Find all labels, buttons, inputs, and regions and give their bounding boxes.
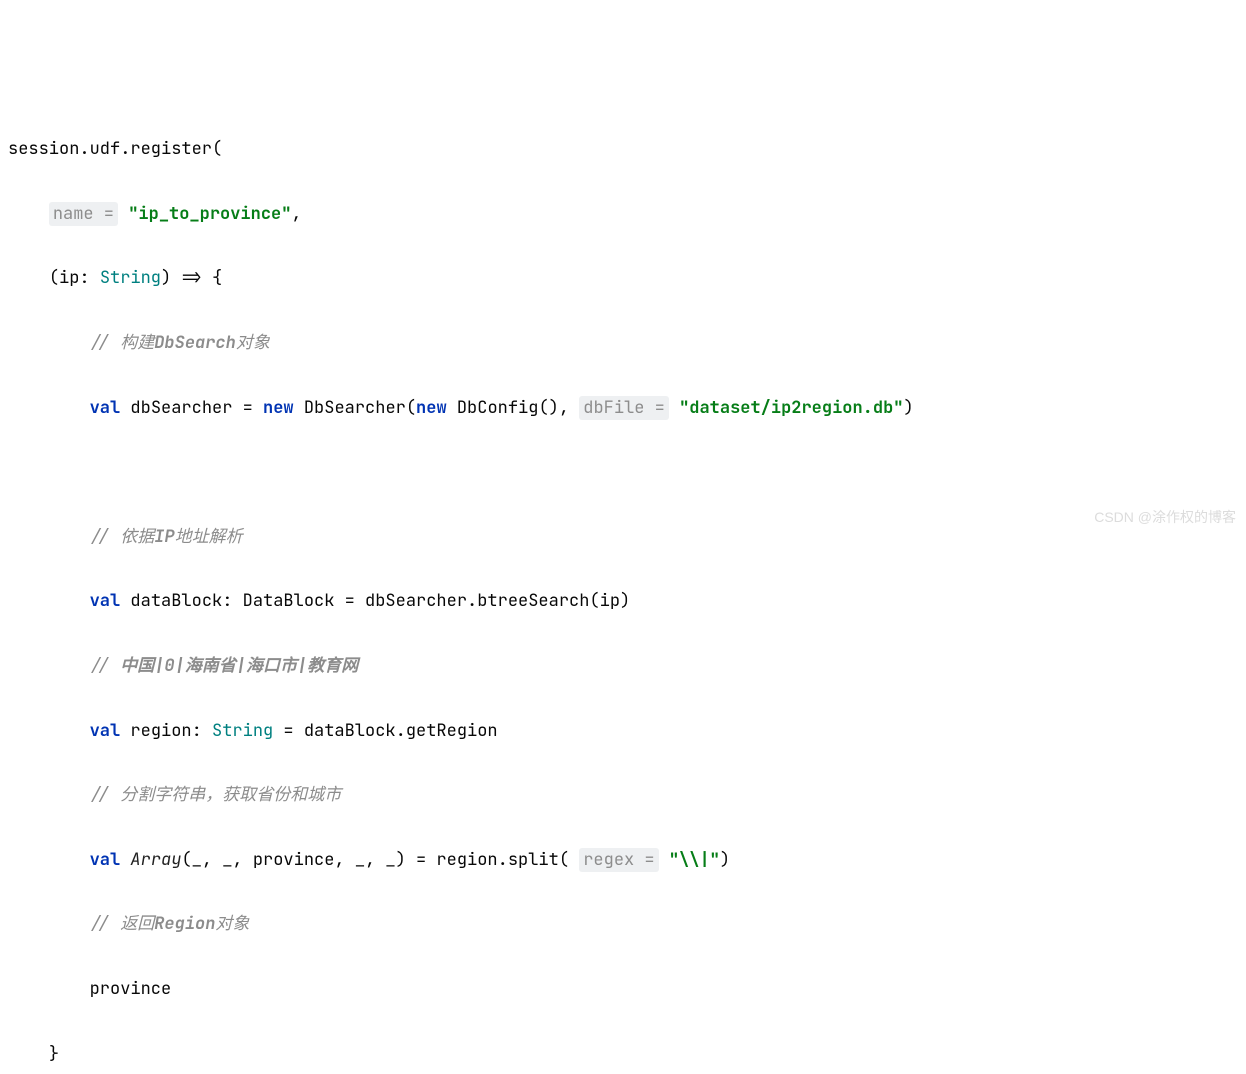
text: session.udf.register( [8,138,222,160]
comment: // 中国|0|海南省|海口市|教育网 [90,655,359,677]
code-line-5: val dbSearcher = new DbSearcher(new DbCo… [8,392,1238,424]
text: province [90,978,172,1000]
array-ident: Array [120,849,181,871]
keyword-new: new [263,397,294,419]
text: , [291,203,301,225]
code-line-2: name = "ip_to_province", [8,198,1238,230]
type-ref: String [212,720,273,742]
code-line-8: // 中国|0|海南省|海口市|教育网 [8,650,1238,682]
text: DbConfig(), [447,397,580,419]
keyword-val: val [90,590,121,612]
text: dataBlock: DataBlock = dbSearcher.btreeS… [120,590,630,612]
keyword-val: val [90,720,121,742]
param-hint-regex: regex = [579,848,658,872]
code-line-1: session.udf.register( [8,133,1238,165]
code-line-9: val region: String = dataBlock.getRegion [8,715,1238,747]
param-hint-dbfile: dbFile = [579,396,669,420]
text: dbSearcher = [120,397,263,419]
code-line-4: // 构建DbSearch对象 [8,327,1238,359]
watermark: CSDN @涂作权的博客 [1094,504,1236,531]
code-line-13: province [8,973,1238,1005]
keyword-val: val [90,849,121,871]
text: ) => { [161,267,222,289]
keyword-val: val [90,397,121,419]
string-literal: "ip_to_province" [128,203,291,225]
string-literal: "dataset/ip2region.db" [679,397,903,419]
code-line-3: (ip: String) => { [8,262,1238,294]
text: ) [720,849,730,871]
type-ref: String [100,267,161,289]
string-literal: "\\|" [669,849,720,871]
text: = dataBlock.getRegion [273,720,497,742]
comment: // 返回Region对象 [90,913,250,935]
keyword-new: new [416,397,447,419]
code-line-7: val dataBlock: DataBlock = dbSearcher.bt… [8,585,1238,617]
code-line-blank [8,456,1238,488]
comment: // 构建DbSearch对象 [90,332,270,354]
text: (ip: [49,267,100,289]
code-line-11: val Array(_, _, province, _, _) = region… [8,844,1238,876]
text: } [49,1043,59,1065]
param-hint-name: name = [49,202,118,226]
code-line-14: } [8,1038,1238,1070]
text: (_, _, province, _, _) = region.split( [181,849,579,871]
text: region: [120,720,212,742]
text: ) [903,397,913,419]
code-line-12: // 返回Region对象 [8,908,1238,940]
text: DbSearcher( [294,397,416,419]
comment: // 分割字符串，获取省份和城市 [90,784,342,806]
code-line-10: // 分割字符串，获取省份和城市 [8,779,1238,811]
